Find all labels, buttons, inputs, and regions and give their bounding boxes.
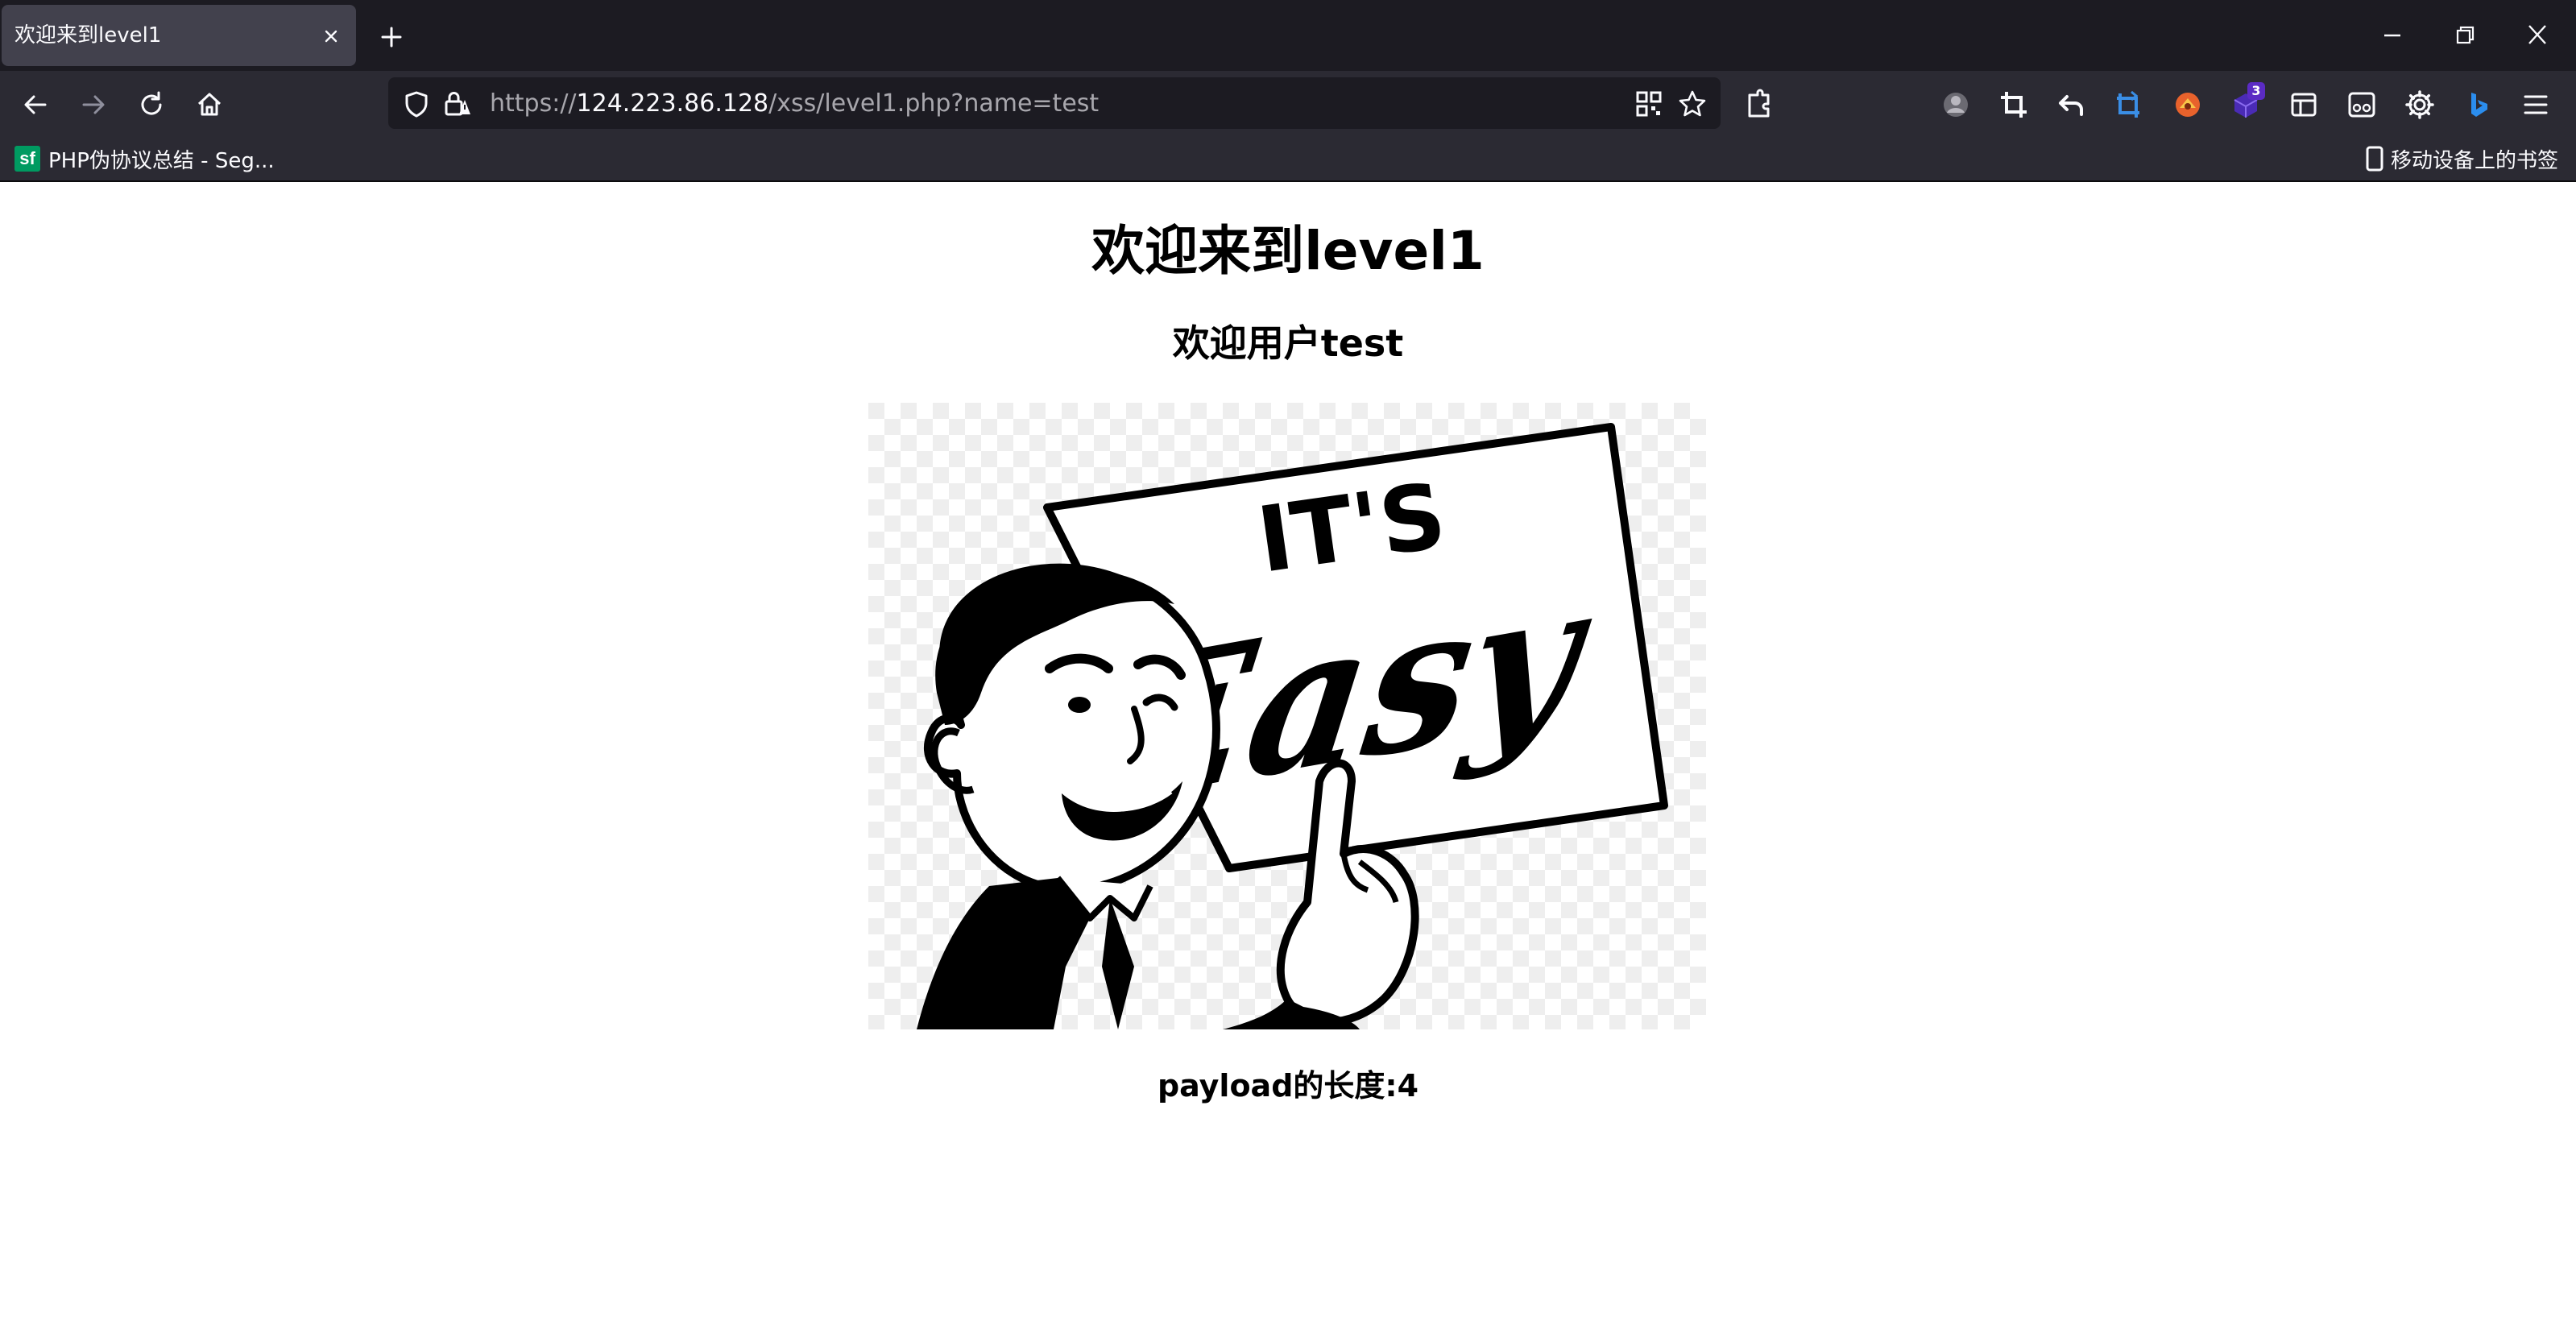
- lock-warning-icon[interactable]: [441, 89, 472, 119]
- forward-arrow-icon: [82, 95, 105, 114]
- bookmark-label: PHP伪协议总结 - Seg...: [48, 148, 275, 173]
- tab-title: 欢迎来到level1: [14, 23, 162, 48]
- reload-button[interactable]: [132, 85, 171, 124]
- repeat-icon[interactable]: [2112, 87, 2147, 122]
- payload-length-text: payload的长度:4: [1157, 1068, 1419, 1104]
- its-easy-cartoon-image: IT'S Easy: [868, 403, 1706, 1029]
- avatar-extension-icon[interactable]: [1938, 87, 1973, 122]
- reload-icon: [141, 91, 162, 115]
- page-title: 欢迎来到level1: [1091, 220, 1485, 282]
- tab-strip: 欢迎来到level1: [0, 0, 2576, 71]
- url-text[interactable]: https://124.223.86.128/xss/level1.php?na…: [490, 91, 1099, 117]
- bing-icon[interactable]: [2460, 87, 2495, 122]
- crop-icon[interactable]: [1996, 87, 2031, 122]
- home-icon: [197, 93, 222, 116]
- bookmark-item[interactable]: sf PHP伪协议总结 - Seg...: [14, 142, 275, 176]
- restore-icon[interactable]: [2449, 21, 2481, 50]
- qr-code-icon[interactable]: [1634, 89, 1664, 119]
- page-content: 欢迎来到level1 欢迎用户test IT'S Easy payload的长度…: [0, 184, 2576, 1321]
- forward-button[interactable]: [74, 85, 113, 124]
- segmentfault-favicon-icon: sf: [14, 146, 40, 172]
- extension-with-badge[interactable]: 3: [2228, 82, 2265, 122]
- minimize-icon[interactable]: [2376, 21, 2408, 50]
- url-host: 124.223.86.128: [576, 89, 769, 118]
- tab-close-icon[interactable]: [319, 24, 343, 48]
- url-path: /xss/level1.php?name=test: [768, 89, 1100, 118]
- back-arrow-icon: [24, 95, 47, 114]
- extension-badge-count: 3: [2247, 82, 2265, 100]
- welcome-user-heading: 欢迎用户test: [1172, 321, 1404, 365]
- home-button[interactable]: [190, 85, 229, 124]
- reader-glasses-icon[interactable]: [2344, 87, 2379, 122]
- undo-arrow-icon[interactable]: [2054, 87, 2089, 122]
- mobile-bookmarks-label: 移动设备上的书签: [2390, 148, 2558, 173]
- navigation-toolbar: https://124.223.86.128/xss/level1.php?na…: [0, 71, 2576, 137]
- close-window-icon[interactable]: [2521, 21, 2553, 50]
- extensions-puzzle-icon[interactable]: [1741, 87, 1777, 122]
- url-scheme: https://: [490, 89, 577, 118]
- address-bar[interactable]: https://124.223.86.128/xss/level1.php?na…: [388, 77, 1721, 129]
- bookmark-star-icon[interactable]: [1677, 89, 1708, 119]
- sidebar-panel-icon[interactable]: [2286, 87, 2321, 122]
- active-tab[interactable]: 欢迎来到level1: [2, 5, 356, 66]
- new-tab-plus-icon[interactable]: [375, 21, 408, 53]
- fox-extension-icon[interactable]: [2170, 87, 2205, 122]
- bookmarks-toolbar: sf PHP伪协议总结 - Seg... 移动设备上的书签: [0, 137, 2576, 182]
- mobile-bookmarks[interactable]: 移动设备上的书签: [2365, 142, 2558, 176]
- tracking-shield-icon[interactable]: [401, 89, 432, 119]
- back-button[interactable]: [16, 85, 55, 124]
- app-menu-hamburger-icon[interactable]: [2518, 87, 2553, 122]
- mobile-device-icon: [2366, 146, 2383, 172]
- settings-gear-icon[interactable]: [2402, 87, 2437, 122]
